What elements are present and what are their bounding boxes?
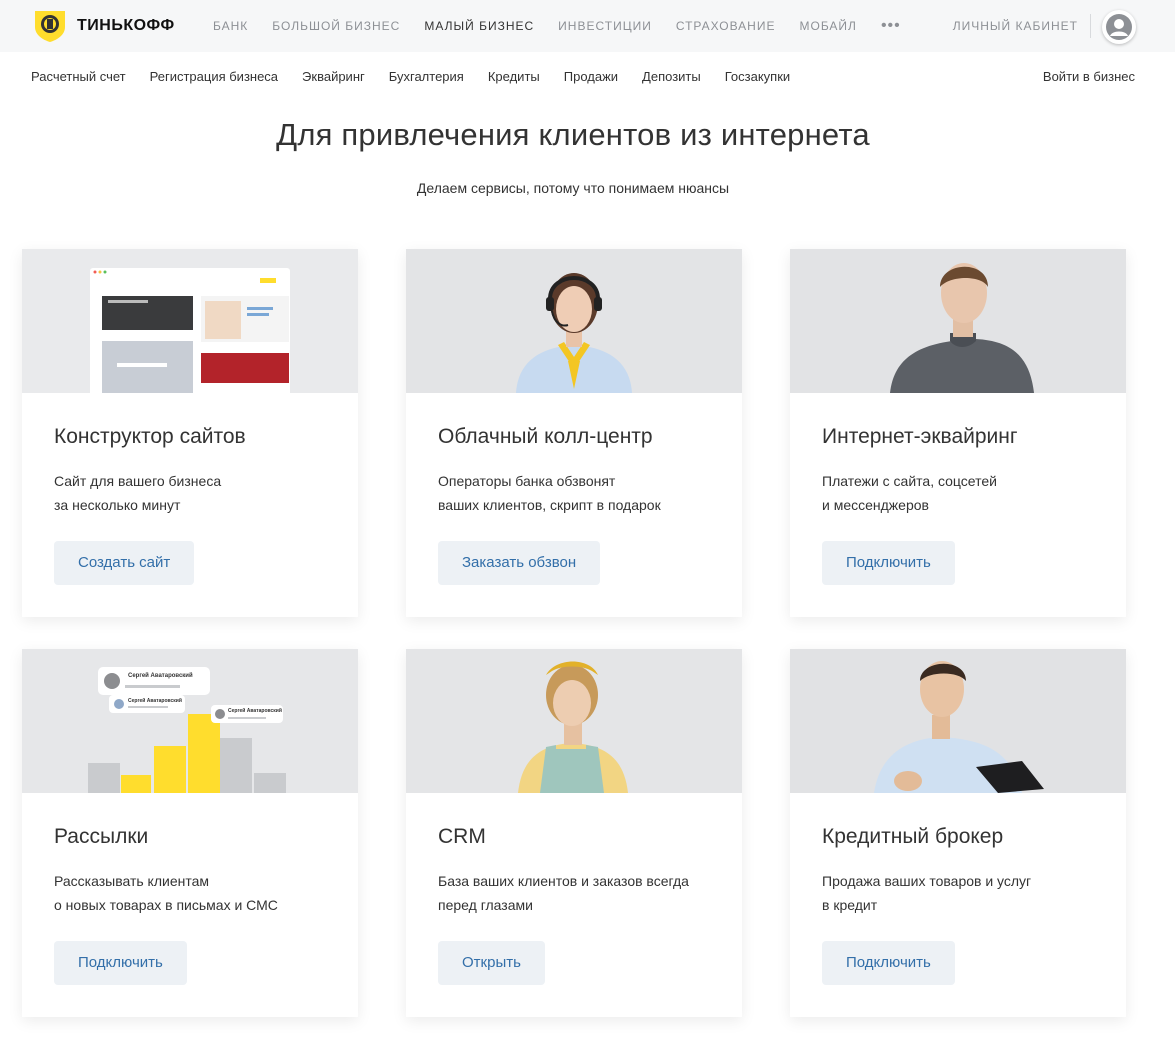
tinkoff-logo[interactable]: ТИНЬКОФФ: [32, 9, 192, 43]
mailing-bar-graphic: Сергей Аватаровский Сергей Аватаровский …: [22, 649, 358, 793]
card-body: CRM База ваших клиентов и заказов всегда…: [406, 793, 742, 1017]
card-description-line: База ваших клиентов и заказов всегда: [438, 873, 689, 889]
card-description-line: за несколько минут: [54, 497, 181, 513]
sub-nav-item-procurement[interactable]: Госзакупки: [725, 69, 790, 84]
top-nav-item-mobile[interactable]: МОБАЙЛ: [799, 19, 856, 33]
mailing-sender-name: Сергей Аватаровский: [228, 708, 282, 714]
card-credit-broker: Кредитный брокер Продажа ваших товаров и…: [790, 649, 1126, 1017]
card-description-line: в кредит: [822, 897, 878, 913]
card-title: Интернет-эквайринг: [822, 425, 1018, 448]
card-description-line: Продажа ваших товаров и услуг: [822, 873, 1032, 889]
sub-nav-item-registration[interactable]: Регистрация бизнеса: [150, 69, 278, 84]
card-internet-acquiring: Интернет-эквайринг Платежи с сайта, соцс…: [790, 249, 1126, 617]
top-nav-item-bank[interactable]: БАНК: [213, 19, 248, 33]
card-description-line: Рассказывать клиентам: [54, 873, 210, 889]
mailing-sender-name: Сергей Аватаровский: [128, 673, 193, 679]
top-nav-item-investments[interactable]: ИНВЕСТИЦИИ: [558, 19, 652, 33]
card-description-line: перед глазами: [438, 897, 533, 913]
card-body: Интернет-эквайринг Платежи с сайта, соцс…: [790, 393, 1126, 617]
card-body: Кредитный брокер Продажа ваших товаров и…: [790, 793, 1126, 1017]
connect-mailings-button[interactable]: Подключить: [54, 941, 187, 985]
create-site-button[interactable]: Создать сайт: [54, 541, 195, 585]
card-description-line: о новых товарах в письмах и СМС: [54, 897, 278, 913]
top-nav-item-small-business[interactable]: МАЛЫЙ БИЗНЕС: [424, 19, 534, 33]
card-description-line: Платежи с сайта, соцсетей: [822, 473, 997, 489]
card-title: Облачный колл-центр: [438, 425, 653, 448]
sub-nav: Расчетный счет Регистрация бизнеса Эквай…: [31, 69, 814, 84]
card-description-line: Сайт для вашего бизнеса: [54, 473, 222, 489]
connect-credit-broker-button[interactable]: Подключить: [822, 941, 955, 985]
card-title: Конструктор сайтов: [54, 425, 246, 448]
open-crm-button[interactable]: Открыть: [438, 941, 545, 985]
card-crm: CRM База ваших клиентов и заказов всегда…: [406, 649, 742, 1017]
page-title: Для привлечения клиентов из интернета: [276, 117, 870, 152]
sub-nav-item-acquiring[interactable]: Эквайринг: [302, 69, 365, 84]
card-title: Рассылки: [54, 825, 149, 848]
card-description: База ваших клиентов и заказов всегда пер…: [438, 869, 689, 917]
card-body: Рассылки Рассказывать клиентам о новых т…: [22, 793, 358, 1017]
more-menu-icon[interactable]: •••: [881, 17, 901, 35]
sub-nav-item-accounting[interactable]: Бухгалтерия: [389, 69, 464, 84]
card-cloud-call-center: Облачный колл-центр Операторы банка обзв…: [406, 249, 742, 617]
card-website-builder: Конструктор сайтов Сайт для вашего бизне…: [22, 249, 358, 617]
card-description-line: ваших клиентов, скрипт в подарок: [438, 497, 661, 513]
card-body: Конструктор сайтов Сайт для вашего бизне…: [22, 393, 358, 617]
operator-with-headset-photo: [406, 249, 742, 393]
card-description: Сайт для вашего бизнеса за несколько мин…: [54, 469, 221, 517]
top-nav: БАНК БОЛЬШОЙ БИЗНЕС МАЛЫЙ БИЗНЕС ИНВЕСТИ…: [213, 0, 901, 52]
top-nav-item-insurance[interactable]: СТРАХОВАНИЕ: [676, 19, 776, 33]
sub-nav-item-credits[interactable]: Кредиты: [488, 69, 540, 84]
connect-acquiring-button[interactable]: Подключить: [822, 541, 955, 585]
card-description: Рассказывать клиентам о новых товарах в …: [54, 869, 278, 917]
card-description: Платежи с сайта, соцсетей и мессенджеров: [822, 469, 997, 517]
shield-logo-icon: [35, 11, 65, 42]
sub-nav-item-sales[interactable]: Продажи: [564, 69, 618, 84]
top-bar: ТИНЬКОФФ БАНК БОЛЬШОЙ БИЗНЕС МАЛЫЙ БИЗНЕ…: [0, 0, 1175, 52]
mailing-sender-name: Сергей Аватаровский: [128, 698, 182, 704]
top-nav-item-big-business[interactable]: БОЛЬШОЙ БИЗНЕС: [272, 19, 400, 33]
logo-text: ТИНЬКОФФ: [77, 17, 175, 34]
order-call-button[interactable]: Заказать обзвон: [438, 541, 601, 585]
card-description: Операторы банка обзвонят ваших клиентов,…: [438, 469, 661, 517]
user-avatar[interactable]: [1102, 10, 1136, 44]
card-body: Облачный колл-центр Операторы банка обзв…: [406, 393, 742, 617]
card-description-line: Операторы банка обзвонят: [438, 473, 616, 489]
header-divider: [1090, 14, 1091, 38]
man-in-sweater-photo: [790, 249, 1126, 393]
card-mailings: Сергей Аватаровский Сергей Аватаровский …: [22, 649, 358, 1017]
card-title: Кредитный брокер: [822, 825, 1004, 848]
login-business-link[interactable]: Войти в бизнес: [1043, 69, 1135, 84]
website-builder-preview-image: [22, 249, 358, 393]
sub-nav-item-account[interactable]: Расчетный счет: [31, 69, 126, 84]
personal-cabinet-link[interactable]: ЛИЧНЫЙ КАБИНЕТ: [953, 19, 1078, 33]
sub-nav-item-deposits[interactable]: Депозиты: [642, 69, 701, 84]
page-subtitle: Делаем сервисы, потому что понимаем нюан…: [416, 180, 730, 196]
card-description-line: и мессенджеров: [822, 497, 929, 513]
man-with-clipboard-photo: [790, 649, 1126, 793]
card-title: CRM: [438, 825, 486, 848]
woman-in-apron-photo: [406, 649, 742, 793]
card-description: Продажа ваших товаров и услуг в кредит: [822, 869, 1031, 917]
user-icon: [1106, 14, 1132, 40]
